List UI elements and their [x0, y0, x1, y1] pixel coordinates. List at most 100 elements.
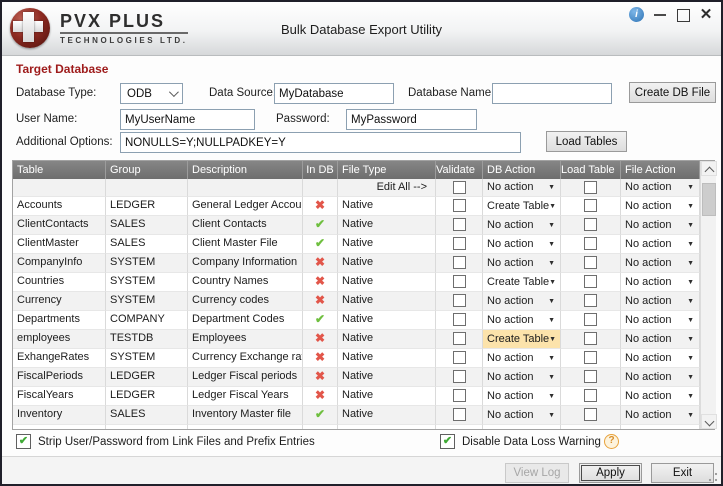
file-action-dropdown[interactable]: No action▼: [621, 368, 700, 387]
strip-user-password-checkbox[interactable]: ✔: [16, 434, 31, 449]
additional-options-input[interactable]: [120, 132, 521, 153]
scroll-up-icon[interactable]: [701, 161, 717, 176]
exit-button[interactable]: Exit: [651, 463, 714, 483]
validate-checkbox[interactable]: [453, 351, 466, 364]
validate-checkbox[interactable]: [453, 408, 466, 421]
db-action-dropdown[interactable]: Create Table▼: [483, 330, 561, 349]
load-tables-button[interactable]: Load Tables: [546, 131, 627, 152]
resize-grip[interactable]: [708, 472, 718, 482]
column-header-load-table[interactable]: Load Table: [561, 161, 621, 179]
load-table-checkbox[interactable]: [584, 389, 597, 402]
cell-description: Currency codes: [188, 292, 303, 311]
validate-checkbox-cell: [436, 387, 483, 406]
info-icon[interactable]: i: [629, 7, 644, 22]
file-action-dropdown[interactable]: No action▼: [621, 349, 700, 368]
in-db-cross-icon: ✖: [303, 273, 338, 292]
load-table-checkbox[interactable]: [584, 237, 597, 250]
table-row[interactable]: ClientContactsSALESClient Contacts✔Nativ…: [13, 216, 700, 235]
file-action-dropdown[interactable]: No action▼: [621, 292, 700, 311]
column-header-db-action[interactable]: DB Action: [483, 161, 561, 179]
minimize-icon[interactable]: [653, 8, 667, 22]
help-icon[interactable]: ?: [604, 434, 619, 449]
column-header-group[interactable]: Group: [106, 161, 188, 179]
validate-checkbox[interactable]: [453, 237, 466, 250]
db-action-dropdown[interactable]: No action▼: [483, 216, 561, 235]
file-action-dropdown[interactable]: No action▼: [621, 197, 700, 216]
file-action-dropdown[interactable]: No action▼: [621, 216, 700, 235]
load-table-checkbox[interactable]: [584, 313, 597, 326]
table-row[interactable]: AccountsLEDGERGeneral Ledger Accounts✖Na…: [13, 197, 700, 216]
load-table-checkbox[interactable]: [584, 370, 597, 383]
edit-all-validate-checkbox[interactable]: [453, 181, 466, 194]
password-input[interactable]: [346, 109, 477, 130]
file-action-dropdown[interactable]: No action▼: [621, 406, 700, 425]
load-table-checkbox[interactable]: [584, 332, 597, 345]
table-row[interactable]: FiscalPeriodsLEDGERLedger Fiscal periods…: [13, 368, 700, 387]
column-header-validate[interactable]: Validate: [436, 161, 483, 179]
table-row[interactable]: ExhangeRatesSYSTEMCurrency Exchange rate…: [13, 349, 700, 368]
db-action-dropdown[interactable]: No action▼: [483, 235, 561, 254]
table-row[interactable]: ClientMasterSALESClient Master File✔Nati…: [13, 235, 700, 254]
disable-data-loss-checkbox[interactable]: ✔: [440, 434, 455, 449]
table-row[interactable]: DepartmentsCOMPANYDepartment Codes✔Nativ…: [13, 311, 700, 330]
maximize-icon[interactable]: [676, 8, 690, 22]
table-row[interactable]: InventorySALESInventory Master file✔Nati…: [13, 406, 700, 425]
db-action-dropdown[interactable]: Create Table▼: [483, 273, 561, 292]
db-action-dropdown[interactable]: No action▼: [483, 349, 561, 368]
load-table-checkbox[interactable]: [584, 218, 597, 231]
create-db-file-button[interactable]: Create DB File: [629, 82, 716, 103]
load-table-checkbox[interactable]: [584, 351, 597, 364]
db-action-dropdown[interactable]: No action▼: [483, 311, 561, 330]
close-icon[interactable]: ✕: [699, 8, 713, 22]
load-table-checkbox[interactable]: [584, 408, 597, 421]
table-row[interactable]: FiscalYearsLEDGERLedger Fiscal Years✖Nat…: [13, 387, 700, 406]
database-type-select[interactable]: ODB: [120, 83, 183, 104]
load-table-checkbox[interactable]: [584, 256, 597, 269]
db-action-dropdown[interactable]: No action▼: [483, 292, 561, 311]
apply-button[interactable]: Apply: [579, 463, 642, 483]
edit-all-db-action-dropdown[interactable]: No action▼: [483, 179, 561, 197]
validate-checkbox[interactable]: [453, 256, 466, 269]
user-name-input[interactable]: [120, 109, 255, 130]
column-header-description[interactable]: Description: [188, 161, 303, 179]
validate-checkbox[interactable]: [453, 218, 466, 231]
file-action-dropdown[interactable]: No action▼: [621, 273, 700, 292]
db-action-dropdown[interactable]: Create Table▼: [483, 197, 561, 216]
file-action-dropdown[interactable]: No action▼: [621, 254, 700, 273]
db-action-dropdown[interactable]: No action▼: [483, 254, 561, 273]
file-action-dropdown[interactable]: No action▼: [621, 330, 700, 349]
file-action-dropdown[interactable]: No action▼: [621, 387, 700, 406]
table-row[interactable]: CurrencySYSTEMCurrency codes✖NativeNo ac…: [13, 292, 700, 311]
database-name-input[interactable]: [492, 83, 612, 104]
scroll-down-icon[interactable]: [701, 414, 717, 429]
table-row[interactable]: employeesTESTDBEmployees✖NativeCreate Ta…: [13, 330, 700, 349]
file-action-dropdown[interactable]: No action▼: [621, 235, 700, 254]
validate-checkbox[interactable]: [453, 199, 466, 212]
load-table-checkbox[interactable]: [584, 294, 597, 307]
validate-checkbox[interactable]: [453, 332, 466, 345]
load-table-checkbox[interactable]: [584, 199, 597, 212]
edit-all-load-table-checkbox[interactable]: [584, 181, 597, 194]
data-source-input[interactable]: [274, 83, 394, 104]
scrollbar-track[interactable]: [701, 176, 717, 414]
table-row[interactable]: CompanyInfoSYSTEMCompany Information✖Nat…: [13, 254, 700, 273]
validate-checkbox[interactable]: [453, 294, 466, 307]
file-action-dropdown[interactable]: No action▼: [621, 311, 700, 330]
db-action-dropdown[interactable]: No action▼: [483, 368, 561, 387]
load-table-checkbox[interactable]: [584, 275, 597, 288]
validate-checkbox[interactable]: [453, 389, 466, 402]
column-header-file-type[interactable]: File Type: [338, 161, 436, 179]
validate-checkbox[interactable]: [453, 275, 466, 288]
column-header-table[interactable]: Table: [13, 161, 106, 179]
validate-checkbox[interactable]: [453, 313, 466, 326]
file-action-dropdown-value: No action: [625, 350, 671, 367]
column-header-in-db[interactable]: In DB: [303, 161, 338, 179]
db-action-dropdown[interactable]: No action▼: [483, 387, 561, 406]
validate-checkbox[interactable]: [453, 370, 466, 383]
scrollbar-thumb[interactable]: [702, 183, 716, 216]
column-header-file-action[interactable]: File Action: [621, 161, 700, 179]
table-row[interactable]: CountriesSYSTEMCountry Names✖NativeCreat…: [13, 273, 700, 292]
vertical-scrollbar[interactable]: [700, 161, 716, 429]
db-action-dropdown[interactable]: No action▼: [483, 406, 561, 425]
edit-all-file-action-dropdown[interactable]: No action▼: [621, 179, 700, 197]
